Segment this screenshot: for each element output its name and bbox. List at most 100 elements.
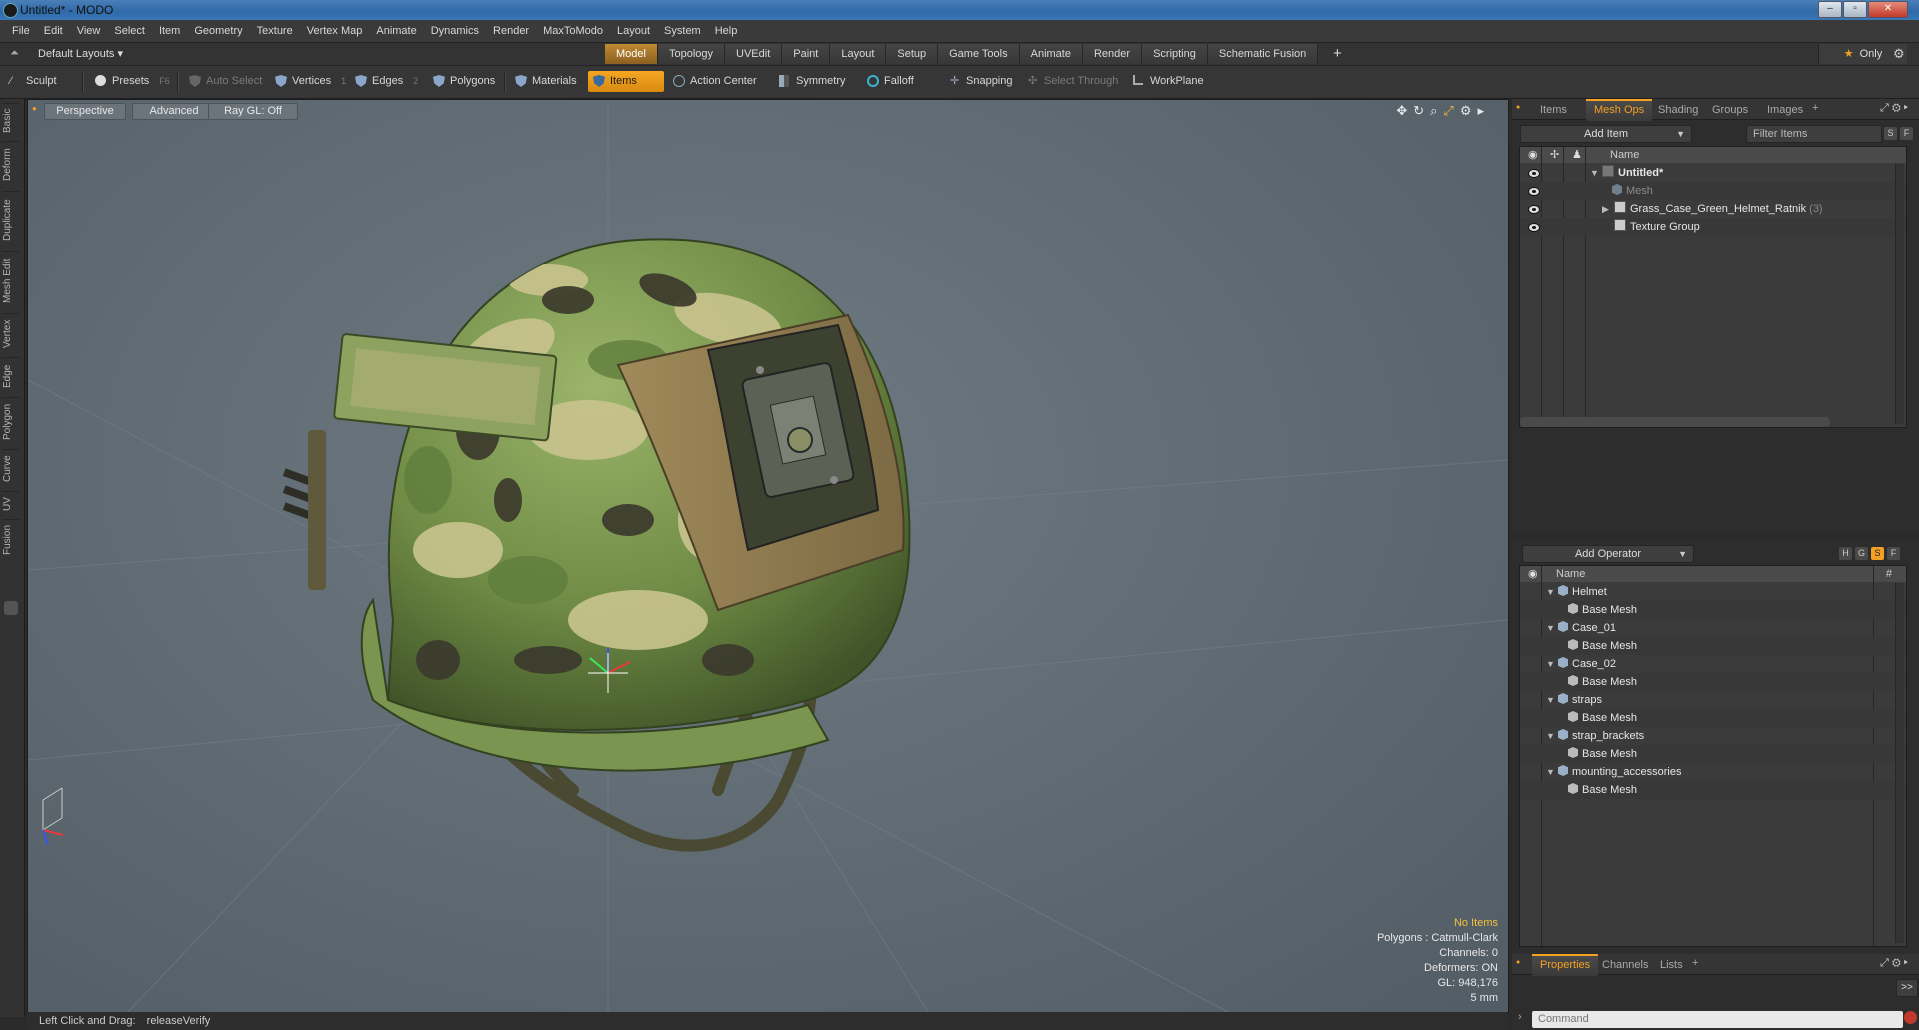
tab-items[interactable]: Items: [1532, 99, 1575, 119]
list-item[interactable]: ▼ mounting_accessories: [1520, 763, 1906, 781]
tab-paint[interactable]: Paint: [782, 44, 831, 64]
materials-button[interactable]: Materials: [510, 71, 585, 92]
panel-toggle-icon[interactable]: [4, 601, 18, 615]
items-button[interactable]: Items: [588, 71, 664, 92]
eye-icon[interactable]: [1528, 169, 1540, 178]
command-input[interactable]: Command: [1532, 1011, 1903, 1028]
menu-file[interactable]: File: [0, 20, 37, 42]
list-item[interactable]: ▶ Grass_Case_Green_Helmet_Ratnik (3): [1520, 200, 1906, 218]
menu-layout[interactable]: Layout: [610, 20, 657, 42]
vtab-fusion[interactable]: Fusion: [2, 519, 20, 560]
list-item[interactable]: Base Mesh: [1520, 781, 1906, 799]
menu-edit[interactable]: Edit: [37, 20, 70, 42]
presets-button[interactable]: Presets F6: [90, 71, 178, 92]
list-item[interactable]: Base Mesh: [1520, 745, 1906, 763]
action-center-button[interactable]: Action Center: [668, 71, 765, 92]
tab-schematic-fusion[interactable]: Schematic Fusion: [1207, 44, 1319, 64]
panel-expand-icon[interactable]: ⤢ ⚙ ▸: [1880, 102, 1908, 115]
add-tab-button[interactable]: +: [1333, 45, 1342, 62]
tab-animate[interactable]: Animate: [1019, 44, 1083, 64]
tab-lists[interactable]: Lists: [1652, 954, 1691, 974]
list-item[interactable]: Base Mesh: [1520, 637, 1906, 655]
panel-menu-icon[interactable]: ●: [1516, 104, 1520, 111]
vtab-basic[interactable]: Basic: [2, 103, 20, 138]
tab-model[interactable]: Model: [605, 44, 658, 64]
vtab-polygon[interactable]: Polygon: [2, 397, 20, 446]
tab-setup[interactable]: Setup: [886, 44, 939, 64]
maximize-button[interactable]: ▫: [1843, 1, 1867, 18]
tab-mesh-ops[interactable]: Mesh Ops: [1586, 99, 1653, 121]
auto-select-button[interactable]: Auto Select: [184, 71, 270, 92]
tab-properties[interactable]: Properties: [1532, 954, 1599, 976]
vtab-edge[interactable]: Edge: [2, 357, 20, 394]
menu-texture[interactable]: Texture: [250, 20, 300, 42]
polygons-button[interactable]: Polygons: [428, 71, 503, 92]
vtab-deform[interactable]: Deform: [2, 141, 20, 188]
item-list-scrollbar[interactable]: [1895, 164, 1904, 424]
add-tab-plus[interactable]: +: [1692, 957, 1698, 969]
menu-system[interactable]: System: [657, 20, 708, 42]
more-button[interactable]: >>: [1896, 979, 1918, 997]
vtab-mesh-edit[interactable]: Mesh Edit: [2, 251, 20, 310]
3d-viewport[interactable]: ● Perspective Advanced Ray GL: Off ✥↻⌕⤢⚙…: [27, 99, 1509, 1013]
menu-render[interactable]: Render: [486, 20, 536, 42]
tab-groups[interactable]: Groups: [1704, 99, 1756, 119]
eye-icon[interactable]: [1528, 187, 1540, 196]
command-record-icon[interactable]: [1904, 1011, 1917, 1024]
tab-scripting[interactable]: Scripting: [1142, 44, 1208, 64]
edges-button[interactable]: Edges 2: [350, 71, 426, 92]
falloff-button[interactable]: Falloff: [862, 71, 922, 92]
menu-help[interactable]: Help: [708, 20, 745, 42]
eye-icon[interactable]: [1528, 205, 1540, 214]
meshops-f-button[interactable]: F: [1887, 547, 1900, 560]
sculpt-button[interactable]: ⁄ Sculpt: [4, 71, 65, 92]
default-layouts-dropdown[interactable]: Default Layouts ▾: [38, 47, 123, 60]
eye-icon[interactable]: [1528, 223, 1540, 232]
list-item[interactable]: Base Mesh: [1520, 673, 1906, 691]
list-item[interactable]: Base Mesh: [1520, 601, 1906, 619]
vtab-uv[interactable]: UV: [2, 491, 20, 516]
add-tab-plus[interactable]: +: [1812, 102, 1818, 114]
tab-images[interactable]: Images: [1759, 99, 1811, 119]
menu-view[interactable]: View: [70, 20, 108, 42]
meshops-s-button[interactable]: S: [1871, 547, 1884, 560]
menu-item[interactable]: Item: [152, 20, 187, 42]
meshops-g-button[interactable]: G: [1855, 547, 1868, 560]
filter-items-input[interactable]: Filter Items: [1746, 125, 1882, 143]
menu-geometry[interactable]: Geometry: [187, 20, 249, 42]
panel-splitter[interactable]: [1512, 533, 1919, 539]
menu-animate[interactable]: Animate: [369, 20, 423, 42]
list-item[interactable]: Texture Group: [1520, 218, 1906, 236]
panel-expand-icon[interactable]: ⤢ ⚙ ▸: [1880, 957, 1908, 970]
list-item[interactable]: ▼ Case_02: [1520, 655, 1906, 673]
close-button[interactable]: ✕: [1868, 1, 1908, 18]
select-through-button[interactable]: ✣ Select Through: [1022, 71, 1126, 92]
tab-shading[interactable]: Shading: [1650, 99, 1706, 119]
symmetry-button[interactable]: Symmetry: [774, 71, 854, 92]
mesh-ops-scrollbar[interactable]: [1895, 583, 1904, 943]
tab-uvedit[interactable]: UVEdit: [725, 44, 783, 64]
tab-channels[interactable]: Channels: [1594, 954, 1656, 974]
menu-select[interactable]: Select: [107, 20, 152, 42]
vertices-button[interactable]: Vertices 1: [270, 71, 354, 92]
filter-f-button[interactable]: F: [1900, 127, 1913, 140]
tab-render[interactable]: Render: [1082, 44, 1143, 64]
list-item[interactable]: ▼ strap_brackets: [1520, 727, 1906, 745]
list-item[interactable]: ▼ Case_01: [1520, 619, 1906, 637]
list-item[interactable]: ▼ Helmet: [1520, 583, 1906, 601]
tab-game-tools[interactable]: Game Tools: [938, 44, 1020, 64]
vtab-vertex[interactable]: Vertex: [2, 313, 20, 354]
menu-dynamics[interactable]: Dynamics: [424, 20, 486, 42]
list-item[interactable]: Base Mesh: [1520, 709, 1906, 727]
menu-vertex-map[interactable]: Vertex Map: [300, 20, 370, 42]
list-item[interactable]: ▼ straps: [1520, 691, 1906, 709]
filter-s-button[interactable]: S: [1884, 127, 1897, 140]
list-item[interactable]: ▼ Untitled*: [1520, 164, 1906, 182]
gear-icon[interactable]: ⚙: [1893, 46, 1905, 62]
menu-maxtomodo[interactable]: MaxToModo: [536, 20, 610, 42]
tab-topology[interactable]: Topology: [657, 44, 726, 64]
add-item-dropdown[interactable]: Add Item ▼: [1520, 125, 1692, 143]
vtab-curve[interactable]: Curve: [2, 449, 20, 488]
add-operator-dropdown[interactable]: Add Operator ▼: [1522, 545, 1694, 563]
collapse-up-icon[interactable]: ⏶: [10, 47, 19, 60]
